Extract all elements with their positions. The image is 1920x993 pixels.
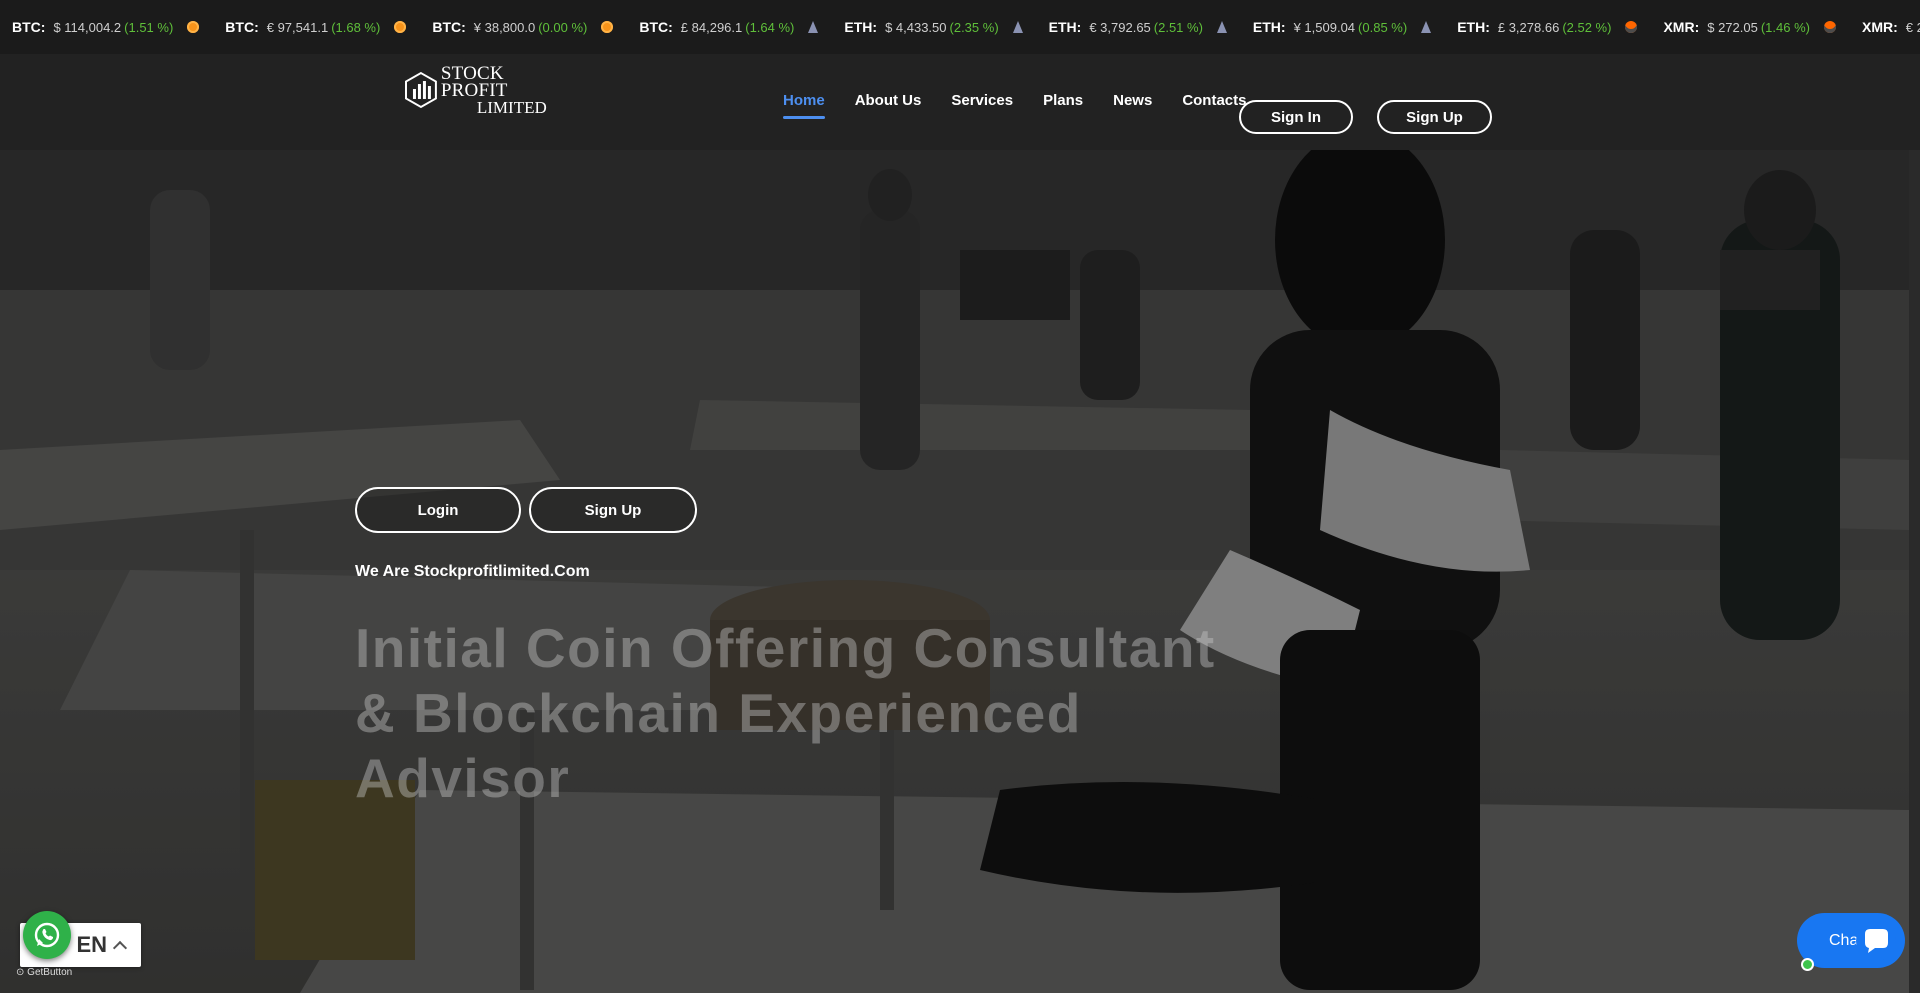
ticker-price: $ 272.05: [1707, 19, 1758, 35]
ticker-symbol: XMR:: [1663, 19, 1700, 35]
chevron-up-icon: [112, 940, 128, 956]
ticker-change: (0.85 %): [1358, 19, 1408, 35]
xmr-coin-icon: [1625, 21, 1638, 33]
ticker-item: BTC: $ 114,004.2 (1.51 %): [0, 19, 209, 35]
ticker-price: $ 4,433.50: [885, 19, 947, 35]
ticker-price: ¥ 38,800.0: [473, 19, 536, 35]
ticker-item: BTC: ¥ 38,800.0 (0.00 %): [420, 19, 623, 35]
ticker-item: ETH: € 3,792.65 (2.51 %): [1037, 19, 1237, 35]
hero-headline: Initial Coin Offering Consultant & Block…: [355, 617, 1216, 809]
ticker-item: ETH: ¥ 1,509.04 (0.85 %): [1241, 19, 1441, 35]
ticker-symbol: ETH:: [844, 19, 878, 35]
ticker-item: XMR: $ 272.05 (1.46 %): [1651, 19, 1846, 35]
ticker-symbol: BTC:: [12, 19, 46, 35]
language-code: EN: [76, 932, 107, 957]
logo-text: STOCK PROFIT LIMITED: [440, 62, 575, 117]
ticker-item: ETH: £ 3,278.66 (2.52 %): [1445, 19, 1647, 35]
btc-coin-icon: [394, 21, 407, 33]
hero-sign-up-button[interactable]: Sign Up: [529, 487, 697, 533]
eth-coin-icon: [1012, 21, 1023, 33]
ticker-change: (1.46 %): [1760, 19, 1810, 35]
nav-services[interactable]: Services: [951, 92, 1013, 109]
eth-coin-icon: [1421, 21, 1432, 33]
hero-tagline: We Are Stockprofitlimited.Com: [355, 563, 590, 580]
nav-about-us[interactable]: About Us: [855, 92, 922, 109]
ticker-price: $ 114,004.2: [53, 19, 122, 35]
ticker-change: (2.51 %): [1153, 19, 1203, 35]
ticker-symbol: ETH:: [1457, 19, 1490, 35]
site-header: STOCK PROFIT LIMITED Home About Us Servi…: [0, 54, 1920, 150]
ticker-symbol: ETH:: [1252, 19, 1286, 35]
getbutton-credit[interactable]: ⊙ GetButton: [16, 967, 72, 978]
ticker-symbol: ETH:: [1048, 19, 1082, 35]
ticker-price: ¥ 1,509.04: [1293, 19, 1356, 35]
ticker-item: BTC: € 97,541.1 (1.68 %): [213, 19, 416, 35]
ticker-change: (2.52 %): [1562, 19, 1612, 35]
hero-login-button[interactable]: Login: [355, 487, 521, 533]
nav-news[interactable]: News: [1113, 92, 1152, 109]
ticker-symbol: XMR:: [1861, 19, 1898, 35]
nav-contacts[interactable]: Contacts: [1182, 92, 1246, 109]
ticker-item: XMR:€ 232.80(1.64 %): [1850, 19, 1920, 35]
header-sign-in-button[interactable]: Sign In: [1239, 100, 1353, 134]
chat-bubble-icon: [1856, 921, 1896, 961]
ticker-change: (1.68 %): [331, 19, 381, 35]
nav-home[interactable]: Home: [783, 92, 825, 119]
ticker-item: BTC: £ 84,296.1 (1.64 %): [627, 19, 828, 35]
xmr-coin-icon: [1823, 21, 1836, 33]
hero-section: Login Sign Up We Are Stockprofitlimited.…: [0, 150, 1909, 993]
ticker-change: (1.51 %): [124, 19, 174, 35]
ticker-symbol: BTC:: [639, 19, 673, 35]
whatsapp-icon: [34, 922, 60, 948]
getbutton-label: GetButton: [27, 967, 73, 978]
header-sign-up-button[interactable]: Sign Up: [1377, 100, 1492, 134]
crypto-ticker: BTC: $ 114,004.2 (1.51 %) BTC: € 97,541.1 (1.…: [0, 0, 1920, 54]
ticker-price: € 3,792.65: [1089, 19, 1151, 35]
site-logo[interactable]: STOCK PROFIT LIMITED: [405, 64, 575, 116]
ticker-price: £ 84,296.1: [680, 19, 743, 35]
hero-background-image: [0, 150, 1909, 993]
logo-line-2: LIMITED: [476, 97, 547, 117]
whatsapp-button[interactable]: [23, 911, 71, 959]
ticker-price: £ 3,278.66: [1497, 19, 1560, 35]
main-nav: Home About Us Services Plans News Contac…: [783, 92, 1247, 119]
eth-coin-icon: [808, 21, 819, 33]
ticker-symbol: BTC:: [225, 19, 259, 35]
ticker-item: ETH: $ 4,433.50 (2.35 %): [832, 19, 1032, 35]
logo-hexagon-icon: [405, 72, 437, 108]
ticker-change: (0.00 %): [538, 19, 588, 35]
btc-coin-icon: [601, 21, 614, 33]
ticker-price: € 97,541.1: [266, 19, 329, 35]
ticker-change: (1.64 %): [745, 19, 795, 35]
btc-coin-icon: [187, 21, 200, 33]
getbutton-icon: ⊙: [16, 967, 25, 978]
ticker-price: € 232.80: [1905, 19, 1920, 35]
nav-plans[interactable]: Plans: [1043, 92, 1083, 109]
chat-widget-button[interactable]: Chat: [1797, 913, 1905, 971]
online-status-dot: [1801, 958, 1814, 971]
ticker-change: (2.35 %): [949, 19, 999, 35]
page-scrollbar[interactable]: [1909, 150, 1920, 993]
logo-line-1: STOCK PROFIT: [440, 62, 508, 101]
ticker-symbol: BTC:: [432, 19, 466, 35]
eth-coin-icon: [1216, 21, 1227, 33]
